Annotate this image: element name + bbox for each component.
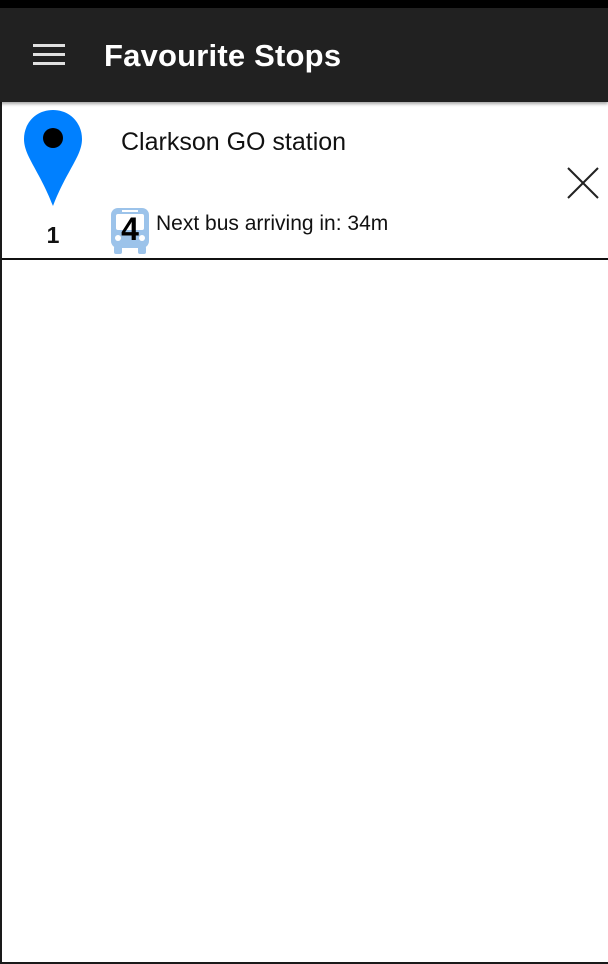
next-arrival-text: Next bus arriving in: 34m xyxy=(156,212,389,235)
close-icon xyxy=(567,167,599,199)
stop-name: Clarkson GO station xyxy=(121,128,347,156)
app-bar: Favourite Stops xyxy=(0,8,608,102)
remove-favourite-button[interactable] xyxy=(562,162,604,204)
page-title: Favourite Stops xyxy=(104,38,342,73)
status-bar xyxy=(0,0,608,8)
map-pin-icon xyxy=(24,110,82,206)
stop-index: 1 xyxy=(46,222,60,248)
favourite-stops-list: 1 Clarkson GO station 4 Next bus arrivin… xyxy=(0,102,608,964)
route-number: 4 xyxy=(121,211,139,247)
menu-button[interactable] xyxy=(20,28,78,82)
favourite-stop-item[interactable]: 1 Clarkson GO station 4 Next bus arrivin… xyxy=(2,102,608,260)
hamburger-menu-icon xyxy=(33,44,65,65)
